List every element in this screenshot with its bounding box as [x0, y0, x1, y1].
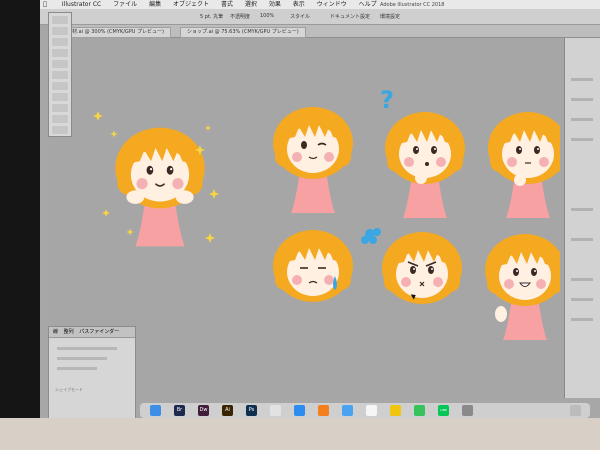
calendar-icon[interactable]: [366, 405, 377, 416]
bridge-icon[interactable]: Br: [174, 405, 185, 416]
eraser-tool-icon[interactable]: [52, 93, 68, 101]
menu-item[interactable]: オブジェクト: [173, 0, 209, 9]
line-icon[interactable]: LINE: [438, 405, 449, 416]
tab-stroke[interactable]: 線: [53, 329, 58, 335]
girl-thinking[interactable]: [488, 112, 568, 218]
menu-item[interactable]: 編集: [149, 0, 161, 9]
doc-setup-button[interactable]: ドキュメント設定: [330, 13, 370, 20]
menu-item[interactable]: Illustrator CC: [62, 0, 101, 9]
girl-cheeks-in-hands[interactable]: [115, 127, 205, 247]
brush-tool-icon[interactable]: [52, 82, 68, 90]
safari-icon[interactable]: [294, 405, 305, 416]
preferences-button[interactable]: 環境設定: [380, 13, 400, 20]
menubar:  Illustrator CC ファイル 編集 オブジェクト 書式 選択 効果…: [40, 0, 600, 9]
panel-row[interactable]: [571, 208, 593, 211]
panel-row[interactable]: [57, 367, 97, 370]
properties-panel: [564, 38, 600, 398]
opacity-label: 不透明度: [230, 14, 251, 20]
panel-row[interactable]: [571, 118, 593, 121]
mail-icon[interactable]: [342, 405, 353, 416]
line-tool-icon[interactable]: [52, 60, 68, 68]
girl-question[interactable]: [385, 112, 465, 218]
panel-row[interactable]: [571, 238, 593, 241]
style-label[interactable]: スタイル: [290, 13, 310, 20]
panel-row[interactable]: [571, 138, 593, 141]
control-bar: 5 pt. 丸筆 不透明度 100% スタイル ドキュメント設定 環境設定: [40, 9, 600, 25]
tab-pathfinder[interactable]: パスファインダー: [79, 329, 119, 335]
girl-waving[interactable]: [485, 234, 565, 340]
panel-row[interactable]: [571, 318, 593, 321]
dreamweaver-icon[interactable]: Dw: [198, 405, 209, 416]
tab-document-2[interactable]: ショップ.ai @ 75.63% (CMYK/GPU プレビュー): [180, 27, 306, 38]
panel-row[interactable]: [571, 78, 593, 81]
screen:  Illustrator CC ファイル 編集 オブジェクト 書式 選択 効果…: [40, 0, 600, 418]
menu-item[interactable]: 書式: [221, 0, 233, 9]
document-tabs: 表情素材.ai @ 300% (CMYK/GPU プレビュー) ショップ.ai …: [50, 25, 600, 38]
panel-tabs: 線 整列 パスファインダー: [49, 327, 135, 338]
menu-item[interactable]: ウィンドウ: [317, 0, 347, 9]
girl-wink[interactable]: [273, 107, 353, 213]
selection-tool-icon[interactable]: [52, 16, 68, 24]
tools-panel: [48, 12, 72, 137]
menu-item[interactable]: ファイル: [113, 0, 137, 9]
panel-row[interactable]: [571, 298, 593, 301]
desk-surface: [0, 418, 600, 450]
screen-mode-icon[interactable]: [52, 126, 68, 134]
illustrator-icon[interactable]: Ai: [222, 405, 233, 416]
panel-hint: シェイプモード: [55, 387, 83, 392]
panel-row[interactable]: [571, 278, 593, 281]
panel-row[interactable]: [57, 347, 117, 350]
chrome-icon[interactable]: [270, 405, 281, 416]
dock: Br Dw Ai Ps LINE: [140, 403, 590, 418]
photoshop-icon[interactable]: Ps: [246, 405, 257, 416]
messages-icon[interactable]: [414, 405, 425, 416]
tab-align[interactable]: 整列: [64, 329, 74, 335]
pen-tool-icon[interactable]: [52, 38, 68, 46]
menu-item[interactable]: 選択: [245, 0, 257, 9]
photos-icon[interactable]: [390, 405, 401, 416]
trash-icon[interactable]: [570, 405, 581, 416]
girl-sad[interactable]: [273, 230, 353, 302]
fill-color-icon[interactable]: [52, 115, 68, 123]
type-tool-icon[interactable]: [52, 49, 68, 57]
anger-mark-icon: [361, 228, 381, 244]
stroke-label[interactable]: 5 pt. 丸筆: [200, 13, 223, 20]
panel-row[interactable]: [57, 357, 107, 360]
direct-selection-tool-icon[interactable]: [52, 27, 68, 35]
pathfinder-panel: 線 整列 パスファインダー シェイプモード: [48, 326, 136, 418]
menu-item[interactable]: 表示: [293, 0, 305, 9]
finder-icon[interactable]: [150, 405, 161, 416]
question-mark-icon: ?: [380, 86, 394, 114]
panel-row[interactable]: [571, 98, 593, 101]
rectangle-tool-icon[interactable]: [52, 71, 68, 79]
menu-item[interactable]: 効果: [269, 0, 281, 9]
girl-angry[interactable]: [382, 232, 462, 304]
opacity-value[interactable]: 100%: [260, 13, 274, 19]
settings-icon[interactable]: [462, 405, 473, 416]
apple-icon[interactable]: : [40, 0, 50, 9]
menu-item[interactable]: ヘルプ: [359, 0, 377, 9]
rotate-tool-icon[interactable]: [52, 104, 68, 112]
monitor:  Illustrator CC ファイル 編集 オブジェクト 書式 選択 効果…: [0, 0, 600, 450]
firefox-icon[interactable]: [318, 405, 329, 416]
